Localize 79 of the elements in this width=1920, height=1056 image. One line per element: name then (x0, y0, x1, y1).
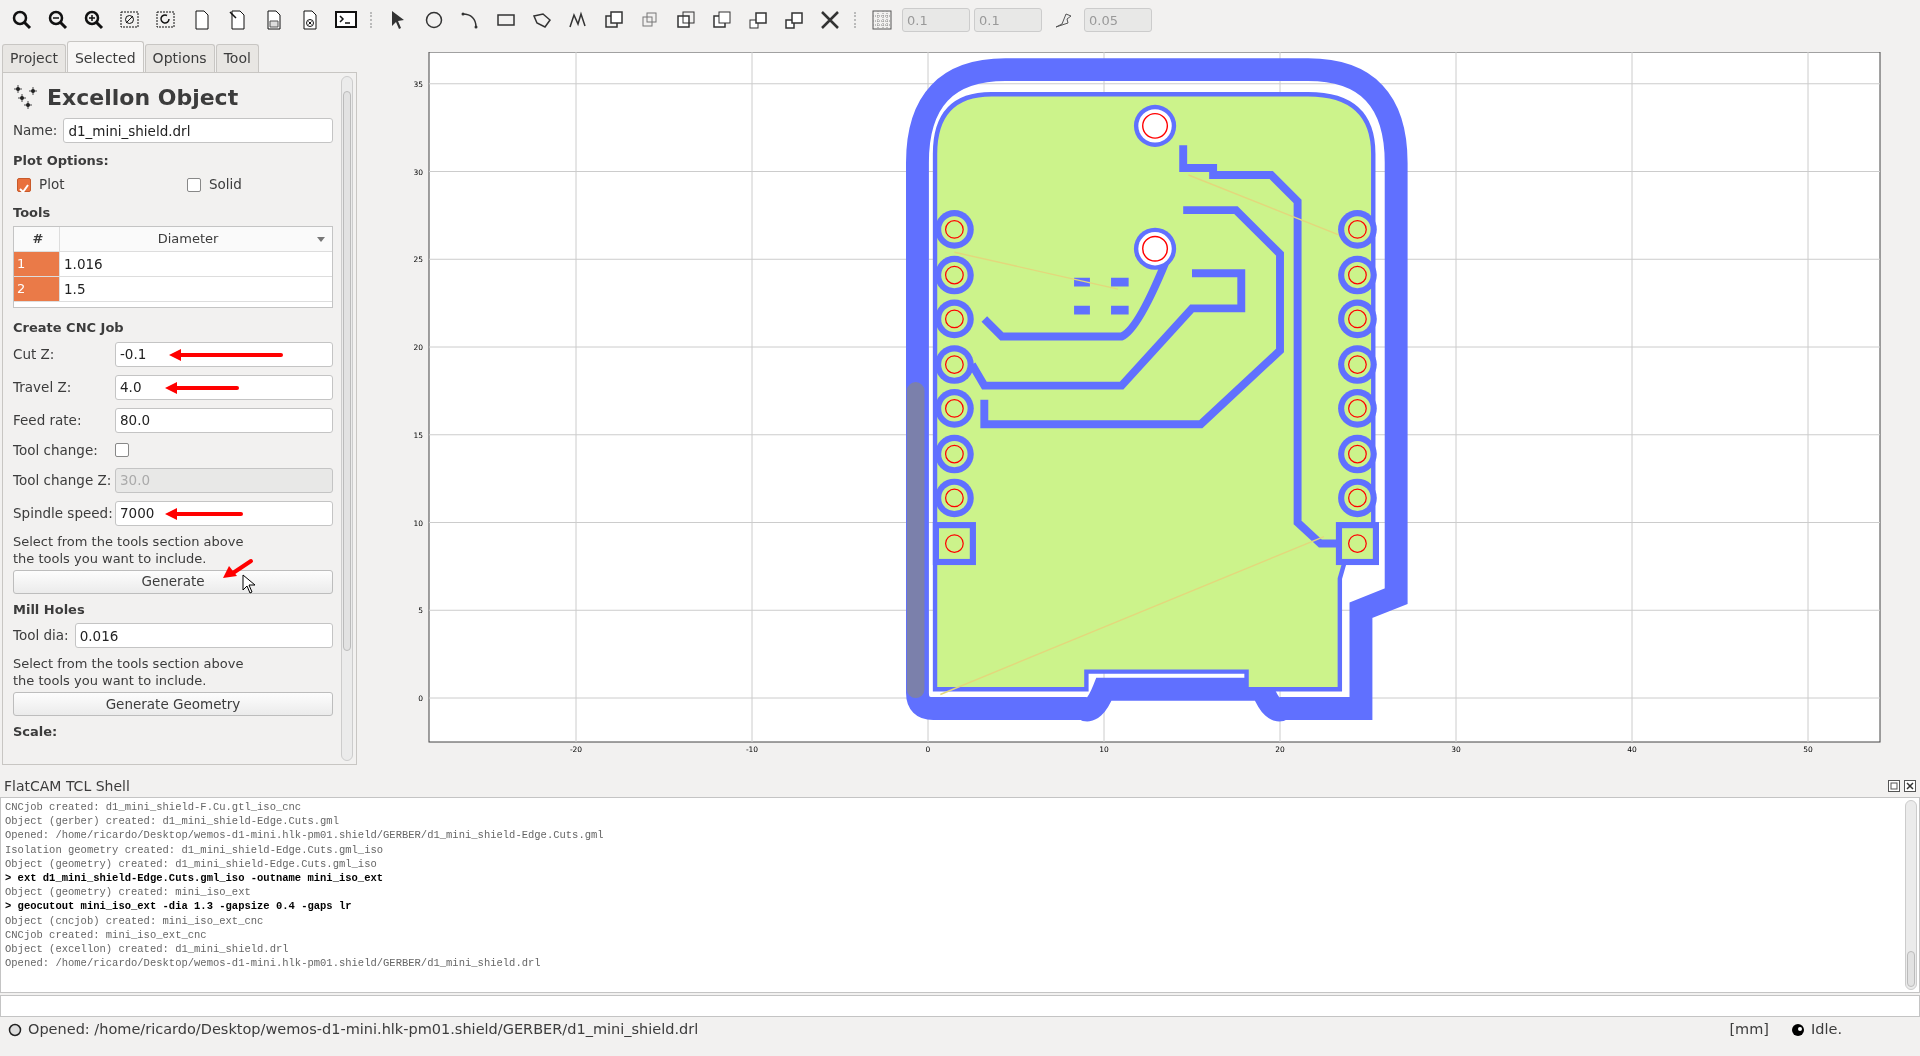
activity-icon (1790, 1023, 1805, 1037)
table-cell-text: 1.5 (63, 280, 87, 299)
replot-icon[interactable] (155, 9, 177, 31)
command-input-field[interactable] (0, 995, 1920, 1017)
checkbox-label: Solid (209, 175, 242, 195)
panel-tab[interactable]: Selected (66, 41, 144, 72)
panel-title: Excellon Object (47, 83, 239, 112)
log-line: Opened: /home/ricardo/Desktop/wemos-d1-mini.hlk-pm01.shield/GERBER/d1_mini_shield-Edge.Cuts.gml (5, 828, 605, 843)
log-line: Object (gerber) created: d1_mini_shield-Edge.Cuts.gml (5, 814, 340, 829)
union-icon[interactable] (603, 9, 625, 31)
panel-tab[interactable]: Tool (215, 44, 259, 72)
hint-text: Select from the tools section above the tools you want to include. (13, 532, 245, 567)
column-header[interactable]: # (14, 227, 60, 251)
scrollbar[interactable] (341, 76, 353, 761)
zoom-fit-icon[interactable] (11, 9, 33, 31)
command-line: > ext d1_mini_shield-Edge.Cuts.gml_iso -outname mini_iso_ext (5, 871, 385, 886)
sort-caret-icon[interactable] (316, 234, 326, 244)
zoom-out-icon[interactable] (47, 9, 69, 31)
zoom-in-icon[interactable] (83, 9, 105, 31)
field-label: Tool dia: (13, 626, 69, 646)
move-shape-icon[interactable] (783, 9, 805, 31)
section-heading: Create CNC Job (13, 319, 125, 337)
table-cell-text: 1.016 (63, 255, 104, 274)
status-message: Opened: /home/ricardo/Desktop/wemos-d1-mini.hlk-pm01.shield/GERBER/d1_mini_shield.drl (28, 1020, 700, 1040)
field-label: Feed rate: (13, 410, 83, 430)
log-line: CNCjob created: d1_mini_shield-F.Cu.gtl_iso_cnc (5, 800, 303, 815)
grid-icon[interactable] (871, 9, 893, 31)
generate-button[interactable]: Generate (13, 569, 333, 594)
section-heading: Mill Holes (13, 600, 86, 619)
subtract-icon[interactable] (675, 9, 697, 31)
checkbox[interactable] (187, 177, 201, 192)
delete-shape-icon[interactable] (819, 9, 841, 31)
float-icon[interactable] (1888, 780, 1900, 792)
panel-tab[interactable]: Project (2, 44, 66, 72)
terminal-icon[interactable] (335, 9, 357, 31)
close-icon[interactable] (1904, 780, 1916, 792)
clear-plot-icon[interactable] (119, 9, 141, 31)
field-label: Cut Z: (13, 344, 56, 364)
section-heading: Plot Options: (13, 152, 110, 170)
input-field[interactable]: 0.016 (74, 623, 333, 648)
log-line: CNCjob created: mini_iso_ext_cnc (5, 927, 208, 943)
row-number: 2 (14, 277, 60, 301)
column-header[interactable]: Diameter (60, 227, 332, 251)
input-field[interactable]: 80.0 (115, 407, 333, 433)
log-line: Object (geometry) created: d1_mini_shield-Edge.Cuts.gml_iso (5, 856, 378, 871)
log-line: Opened: /home/ricardo/Desktop/wemos-d1-mini.hlk-pm01.shield/GERBER/d1_mini_shield.drl (5, 956, 542, 971)
command-line: > geocutout mini_iso_ext -dia 1.3 -gapsize 0.4 -gaps lr (5, 899, 353, 914)
input-field[interactable]: -0.1 (115, 341, 333, 367)
checkbox[interactable] (115, 443, 129, 457)
checkbox[interactable] (17, 177, 31, 192)
field-label: Travel Z: (13, 377, 73, 397)
shell-title: FlatCAM TCL Shell (4, 776, 130, 796)
log-line: Object (excellon) created: d1_mini_shield.drl (5, 942, 290, 957)
log-line: Object (cncjob) created: mini_iso_ext_cnc (5, 913, 265, 928)
input-field[interactable]: 4.0 (115, 374, 333, 400)
drill-points-icon (13, 84, 39, 110)
field-label: Tool change: (13, 440, 99, 460)
field-label: Tool change Z: (13, 470, 113, 490)
section-heading: Scale: (13, 723, 59, 741)
name-label: Name: (13, 121, 58, 141)
copy-shape-icon[interactable] (747, 9, 769, 31)
status-icon (8, 1023, 22, 1037)
cut-shape-icon[interactable] (711, 9, 733, 31)
log-line: Isolation geometry created: d1_mini_shield-Edge.Cuts.gml_iso (5, 842, 385, 857)
input-field[interactable]: 7000 (115, 500, 333, 526)
checkbox-label: Plot (39, 175, 65, 195)
row-number: 1 (14, 252, 60, 276)
generate-geometry-button[interactable]: Generate Geometry (13, 692, 333, 716)
status-state: Idle. (1810, 1020, 1842, 1040)
panel-tab[interactable]: Options (144, 44, 215, 72)
circle-icon[interactable] (423, 9, 445, 31)
hint-text: Select from the tools section above the tools you want to include. (13, 655, 245, 689)
section-heading: Tools (13, 203, 52, 222)
scrollbar[interactable] (1905, 800, 1917, 990)
field-label: Spindle speed: (13, 503, 114, 523)
name-field[interactable]: d1_mini_shield.drl (63, 118, 333, 143)
log-line: Object (geometry) created: mini_iso_ext (5, 885, 252, 900)
mouse-cursor-icon (242, 573, 256, 594)
units-label: [mm] (1729, 1020, 1769, 1040)
